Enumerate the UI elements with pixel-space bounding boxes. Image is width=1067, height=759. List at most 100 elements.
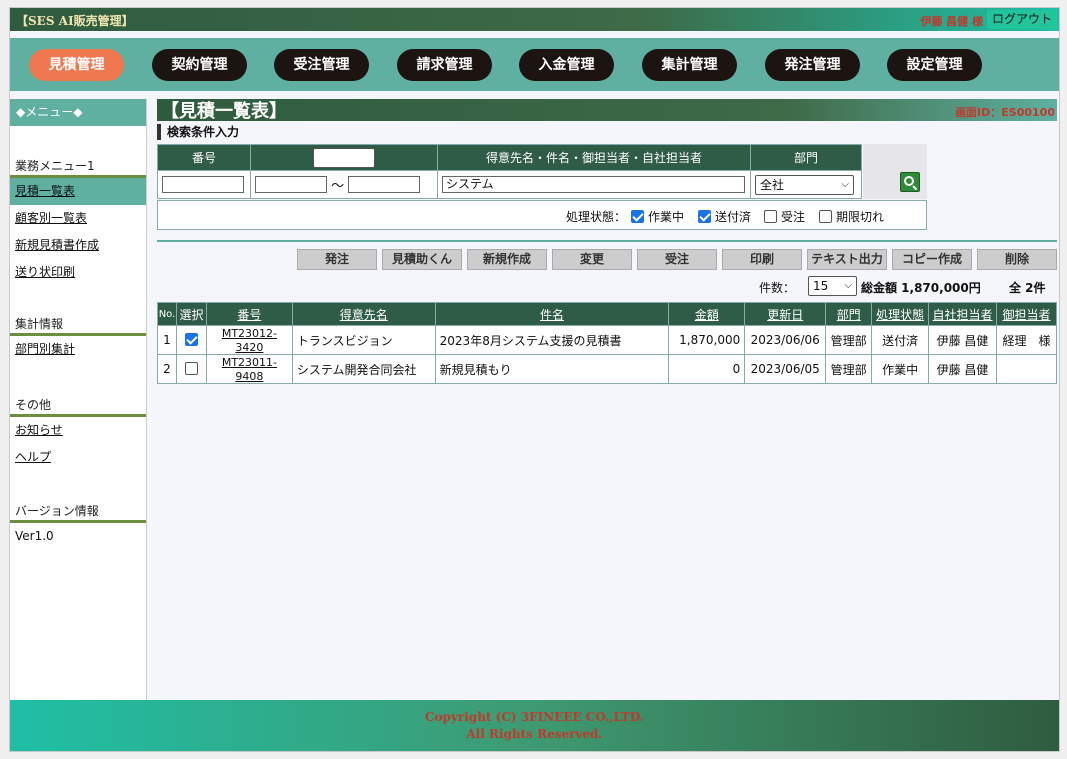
count-label: 件数： <box>759 281 796 295</box>
col-header-number: 番号 <box>157 144 251 171</box>
sidebar-item-customer-list[interactable]: 顧客別一覧表 <box>10 205 146 232</box>
col-header-name: 得意先名・件名・御担当者・自社担当者 <box>437 144 751 171</box>
sidebar-item-dept-summary[interactable]: 部門別集計 <box>10 336 146 363</box>
th-status[interactable]: 処理状態 <box>871 302 930 326</box>
status-label: 処理状態： <box>566 210 627 224</box>
estimate-number-link[interactable]: MT23011-9408 <box>222 356 277 383</box>
page-header: 【見積一覧表】 画面ID：ES00100 <box>157 99 1057 122</box>
sidebar-item-estimate-list[interactable]: 見積一覧表 <box>10 178 146 205</box>
nav-billing[interactable]: 請求管理 <box>397 49 492 81</box>
dept-value: 全社 <box>760 177 785 192</box>
search-section-title: 検索条件入力 <box>157 124 1057 140</box>
keyword-input[interactable]: システム <box>442 176 745 193</box>
th-no: No. <box>157 302 177 326</box>
search-conditions: 番号 更新日 ⌵ 得意先名・件名・御担当者・自社担当者 部門 ～ システム 全社… <box>157 144 862 199</box>
sidebar-section-summary: 集計情報 <box>10 313 146 336</box>
search-area <box>863 144 927 199</box>
nav-contract[interactable]: 契約管理 <box>152 49 247 81</box>
th-contact[interactable]: 御担当者 <box>995 302 1058 326</box>
print-button[interactable]: 印刷 <box>722 249 802 270</box>
accept-order-button[interactable]: 受注 <box>637 249 717 270</box>
th-client[interactable]: 得意先名 <box>291 302 436 326</box>
nav-purchase[interactable]: 発注管理 <box>765 49 860 81</box>
copyright-line2: All Rights Reserved. <box>466 727 603 741</box>
date-to-input[interactable] <box>348 176 421 193</box>
sidebar-item-invoice-print[interactable]: 送り状印刷 <box>10 259 146 286</box>
order-button[interactable]: 発注 <box>297 249 377 270</box>
th-date[interactable]: 更新日 <box>744 302 827 326</box>
estimate-number-link[interactable]: MT23012-3420 <box>222 327 277 354</box>
sidebar-section-version: バージョン情報 <box>10 500 146 523</box>
main-content: 【見積一覧表】 画面ID：ES00100 検索条件入力 番号 更新日 ⌵ 得意先… <box>157 99 1058 384</box>
nav-settings[interactable]: 設定管理 <box>887 49 982 81</box>
col-header-dept: 部門 <box>750 144 862 171</box>
main-nav: 見積管理 契約管理 受注管理 請求管理 入金管理 集計管理 発注管理 設定管理 <box>10 38 1059 91</box>
th-select: 選択 <box>175 302 207 326</box>
version-text: Ver1.0 <box>15 529 54 543</box>
dept-select[interactable]: 全社 ⌵ <box>755 174 854 195</box>
chevron-down-icon: ⌵ <box>841 178 849 190</box>
nav-summary[interactable]: 集計管理 <box>642 49 737 81</box>
sidebar-item-help[interactable]: ヘルプ <box>10 444 146 471</box>
date-range-tilde: ～ <box>331 179 345 194</box>
checkbox-checked-icon <box>698 210 711 223</box>
table-row: 1 MT23012-3420 トランスビジョン 2023年8月システム支援の見積… <box>157 325 1058 355</box>
page-size-select[interactable]: 15 ⌵ <box>808 276 857 296</box>
th-staff[interactable]: 自社担当者 <box>928 302 997 326</box>
search-icon[interactable] <box>900 172 920 192</box>
nav-order[interactable]: 受注管理 <box>274 49 369 81</box>
checkbox-checked-icon <box>184 333 198 346</box>
checkbox-empty-icon <box>819 210 832 223</box>
status-sent-checkbox[interactable]: 送付済 <box>698 208 751 225</box>
top-bar: 【SES AI販売管理】 伊藤 昌健 様 ログアウト <box>10 8 1059 31</box>
sidebar-section-other: その他 <box>10 394 146 417</box>
app-title: 【SES AI販売管理】 <box>16 14 134 28</box>
screen-id: 画面ID：ES00100 <box>955 106 1055 119</box>
footer: Copyright (C) 3FINEEE CO.,LTD. All Right… <box>10 700 1059 751</box>
chevron-down-icon: ⌵ <box>362 151 370 163</box>
total-amount: 総金額 1,870,000円 <box>861 281 981 295</box>
th-number[interactable]: 番号 <box>205 302 293 326</box>
status-working-checkbox[interactable]: 作業中 <box>631 208 684 225</box>
th-dept[interactable]: 部門 <box>825 302 873 326</box>
sidebar-section-business: 業務メニュー1 <box>10 155 146 178</box>
sidebar: ◆メニュー◆ 業務メニュー1 見積一覧表 顧客別一覧表 新規見積書作成 送り状印… <box>10 99 147 700</box>
new-button[interactable]: 新規作成 <box>467 249 547 270</box>
sidebar-item-new-estimate[interactable]: 新規見積書作成 <box>10 232 146 259</box>
th-subject[interactable]: 件名 <box>434 302 670 326</box>
estimate-table: No. 選択 番号 得意先名 件名 金額 更新日 部門 処理状態 自社担当者 御… <box>157 302 1058 384</box>
checkbox-empty-icon <box>184 362 198 375</box>
edit-button[interactable]: 変更 <box>552 249 632 270</box>
logout-button[interactable]: ログアウト <box>987 10 1057 29</box>
number-input[interactable] <box>162 176 244 193</box>
copy-button[interactable]: コピー作成 <box>892 249 972 270</box>
nav-estimate[interactable]: 見積管理 <box>29 49 124 81</box>
user-name: 伊藤 昌健 様 <box>920 15 983 28</box>
row-select-checkbox[interactable] <box>175 354 207 384</box>
page-size-value: 15 <box>813 279 829 293</box>
status-filter: 処理状態： 作業中 送付済 受注 期限切れ <box>157 200 927 230</box>
chevron-down-icon: ⌵ <box>844 280 852 291</box>
checkbox-empty-icon <box>764 210 777 223</box>
th-amount[interactable]: 金額 <box>668 302 746 326</box>
row-select-checkbox[interactable] <box>175 325 207 355</box>
text-export-button[interactable]: テキスト出力 <box>807 249 887 270</box>
sidebar-item-news[interactable]: お知らせ <box>10 417 146 444</box>
delete-button[interactable]: 削除 <box>977 249 1057 270</box>
status-expired-checkbox[interactable]: 期限切れ <box>819 208 884 225</box>
date-type-value: 更新日 <box>325 150 362 165</box>
date-type-select[interactable]: 更新日 ⌵ <box>313 147 375 168</box>
total-count: 全 2件 <box>1009 281 1046 295</box>
status-ordered-checkbox[interactable]: 受注 <box>764 208 805 225</box>
estimate-helper-button[interactable]: 見積助くん <box>382 249 462 270</box>
divider <box>157 240 1057 242</box>
date-from-input[interactable] <box>255 176 327 193</box>
app-window: 【SES AI販売管理】 伊藤 昌健 様 ログアウト 見積管理 契約管理 受注管… <box>9 7 1060 752</box>
page-title: 【見積一覧表】 <box>161 101 287 122</box>
table-row: 2 MT23011-9408 システム開発合同会社 新規見積もり 0 2023/… <box>157 354 1058 384</box>
checkbox-checked-icon <box>631 210 644 223</box>
copyright-line1: Copyright (C) 3FINEEE CO.,LTD. <box>425 710 644 724</box>
nav-payment[interactable]: 入金管理 <box>519 49 614 81</box>
sidebar-header: ◆メニュー◆ <box>10 99 146 126</box>
count-row: 件数： 15 ⌵ 総金額 1,870,000円 全 2件 <box>157 276 1057 296</box>
